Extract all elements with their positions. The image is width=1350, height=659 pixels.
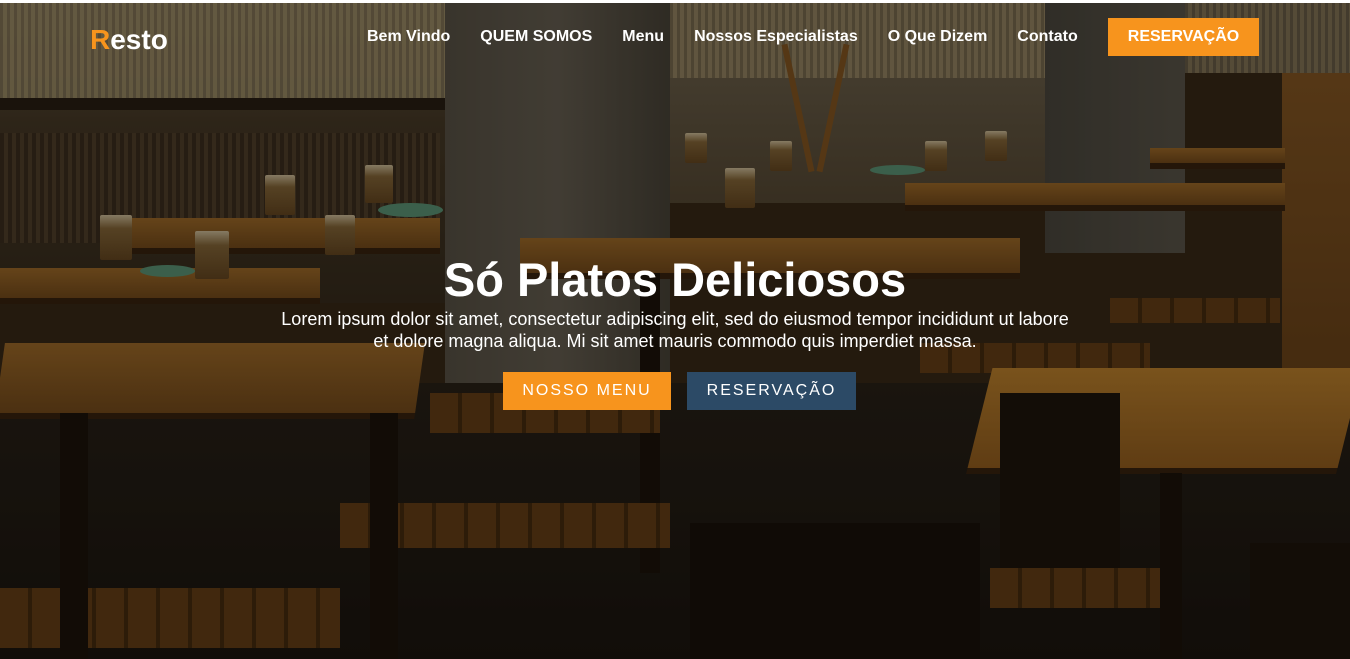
- hero-content: Só Platos Deliciosos Lorem ipsum dolor s…: [0, 252, 1350, 410]
- nav-link-menu[interactable]: Menu: [622, 27, 664, 47]
- nav-link-bem-vindo[interactable]: Bem Vindo: [367, 27, 450, 47]
- nav-reservation-button[interactable]: RESERVAÇÃO: [1108, 18, 1259, 56]
- site-logo[interactable]: Resto: [90, 25, 168, 55]
- nav-link-o-que-dizem[interactable]: O Que Dizem: [888, 27, 988, 47]
- nav-link-quem-somos[interactable]: QUEM SOMOS: [480, 27, 592, 47]
- hero-description: Lorem ipsum dolor sit amet, consectetur …: [281, 309, 1069, 351]
- hero-buttons: NOSSO MENU RESERVAÇÃO: [503, 372, 863, 412]
- logo-text: esto: [110, 24, 168, 55]
- our-menu-button[interactable]: NOSSO MENU: [503, 372, 671, 410]
- hero-title: Só Platos Deliciosos: [443, 253, 907, 306]
- navbar: Resto Bem Vindo QUEM SOMOS Menu Nossos E…: [0, 3, 1350, 69]
- reservation-button[interactable]: RESERVAÇÃO: [687, 372, 856, 410]
- nav-links: Bem Vindo QUEM SOMOS Menu Nossos Especia…: [367, 27, 1108, 47]
- nav-link-nossos-especialistas[interactable]: Nossos Especialistas: [694, 27, 858, 47]
- logo-initial: R: [90, 24, 111, 55]
- nav-link-contato[interactable]: Contato: [1017, 27, 1077, 47]
- page: Resto Bem Vindo QUEM SOMOS Menu Nossos E…: [0, 0, 1350, 659]
